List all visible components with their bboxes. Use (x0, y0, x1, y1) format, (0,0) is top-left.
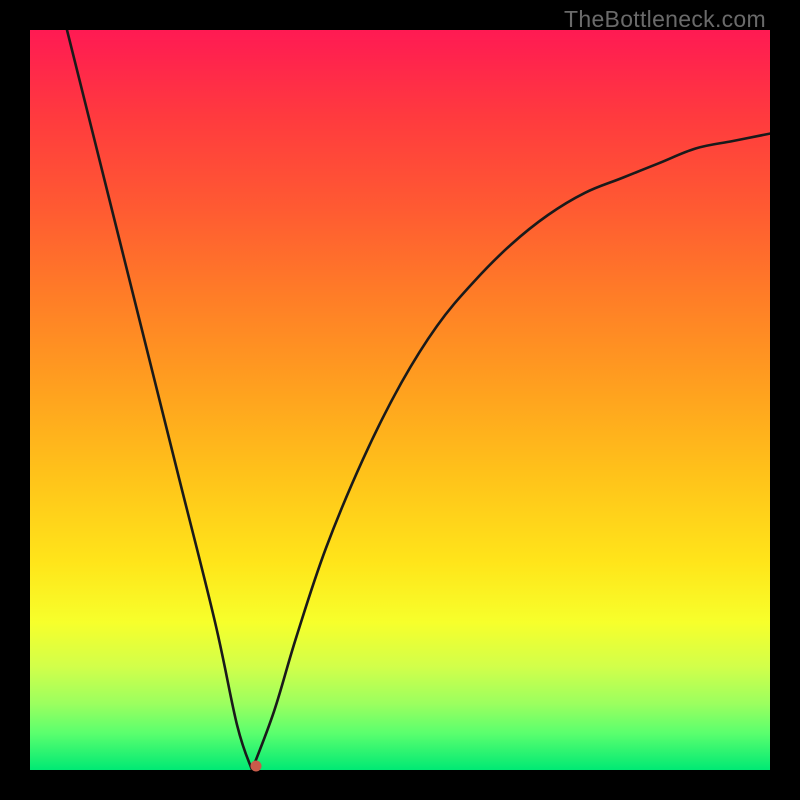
min-marker-dot (250, 761, 261, 772)
curve-path (67, 30, 770, 770)
plot-area (30, 30, 770, 770)
chart-frame: TheBottleneck.com (0, 0, 800, 800)
watermark-label: TheBottleneck.com (564, 6, 766, 33)
bottleneck-curve (30, 30, 770, 770)
